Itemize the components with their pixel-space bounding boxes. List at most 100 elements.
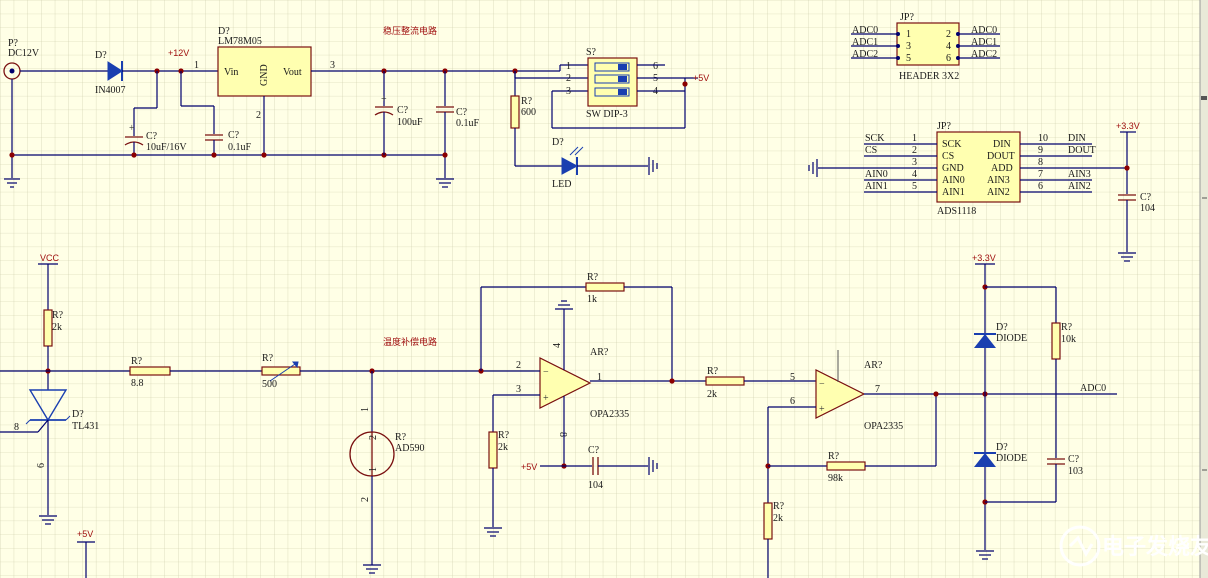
ads-pin-add: ADD <box>991 163 1013 174</box>
r600-value: 600 <box>521 107 536 118</box>
net-5v-bottom: +5V <box>77 529 93 539</box>
op1-pin2: 2 <box>516 360 521 371</box>
r-2k-op1[interactable] <box>488 431 498 469</box>
dip-value: SW DIP-3 <box>586 109 628 120</box>
r-2k-op2[interactable] <box>763 502 773 540</box>
ads-pin-sck: SCK <box>942 139 962 150</box>
header-right-net-2: ADC1 <box>971 37 997 48</box>
op1-ref: AR? <box>590 347 609 358</box>
ads-num-4: 4 <box>912 169 917 180</box>
scroll-strip[interactable] <box>1200 0 1208 578</box>
header-pin-1: 1 <box>906 29 911 40</box>
svg-text:−: − <box>819 379 825 390</box>
op1-pin3: 3 <box>516 384 521 395</box>
ads-num-6: 6 <box>1038 181 1043 192</box>
tl431-pin8: 8 <box>14 422 19 433</box>
header-pin-2: 2 <box>946 29 951 40</box>
ads-pin-ain3: AIN3 <box>987 175 1010 186</box>
ad590-pin1: 1 <box>368 467 379 472</box>
net-3v3-ads: +3.3V <box>1116 121 1140 131</box>
d2-value: DIODE <box>996 453 1027 464</box>
r7-ref: R? <box>773 501 785 512</box>
ads-ref: JP? <box>937 121 951 132</box>
svg-text:+: + <box>543 393 549 404</box>
header-right-net-1: ADC0 <box>971 25 997 36</box>
ads-pin-ain2: AIN2 <box>987 187 1010 198</box>
schematic-sheet: 稳压整流电路 温度补偿电路 P? DC12V D? IN4007 +12V + … <box>0 0 1208 578</box>
ads-net-sck: SCK <box>865 133 885 144</box>
ad590-value: AD590 <box>395 443 424 454</box>
c1-ref: C? <box>146 131 158 142</box>
r600-ref: R? <box>521 96 533 107</box>
ads-net-cs: CS <box>865 145 877 156</box>
tl431-ref: D? <box>72 409 84 420</box>
temp-section-title: 温度补偿电路 <box>383 336 437 347</box>
r1-ref: R? <box>52 310 64 321</box>
c1-value: 10uF/16V <box>146 142 187 153</box>
ad590-pin2b: 2 <box>360 497 371 502</box>
ads-net-ain0: AIN0 <box>865 169 888 180</box>
c4-ref: C? <box>456 107 468 118</box>
regulator-vout: Vout <box>283 67 302 78</box>
c2-clamp-ref: C? <box>1068 454 1080 465</box>
dip-pin-6: 6 <box>653 61 658 72</box>
r-1k-feedback[interactable] <box>585 282 625 292</box>
d2-ref: D? <box>996 442 1008 453</box>
op2-pin5: 5 <box>790 372 795 383</box>
r-8-8[interactable] <box>129 366 171 376</box>
header-ref: JP? <box>900 12 914 23</box>
ads-net-dout: DOUT <box>1068 145 1096 156</box>
regulator-vin: Vin <box>224 67 238 78</box>
c4-value: 0.1uF <box>456 118 480 129</box>
op1-pin4: 4 <box>552 343 563 348</box>
r-98k[interactable] <box>826 461 866 471</box>
ads-num-5: 5 <box>912 181 917 192</box>
ads-pin-ain1: AIN1 <box>942 187 965 198</box>
r6-ref: R? <box>828 451 840 462</box>
net-adc0: ADC0 <box>1080 383 1106 394</box>
ads-net-ain1: AIN1 <box>865 181 888 192</box>
ads-num-7: 7 <box>1038 169 1043 180</box>
led-value: LED <box>552 179 571 190</box>
svg-text:+: + <box>381 94 387 105</box>
rg-value: 2k <box>498 442 508 453</box>
r-600[interactable] <box>510 95 520 129</box>
r7-value: 2k <box>773 513 783 524</box>
ads-net-din: DIN <box>1068 133 1086 144</box>
header-pin-6: 6 <box>946 53 951 64</box>
ad590-ref: R? <box>395 432 407 443</box>
rf-ref: R? <box>587 272 599 283</box>
d1-value: DIODE <box>996 333 1027 344</box>
header-pin-5: 5 <box>906 53 911 64</box>
rectifier-diode-ref: D? <box>95 50 107 61</box>
ads-num-1: 1 <box>912 133 917 144</box>
ad590-pin2: 2 <box>368 435 379 440</box>
header-pin-3: 3 <box>906 41 911 52</box>
ads-pin-cs: CS <box>942 151 954 162</box>
r1-value: 2k <box>52 322 62 333</box>
op2-ref: AR? <box>864 360 883 371</box>
ads-pin-dout: DOUT <box>987 151 1015 162</box>
r3-ref: R? <box>262 353 274 364</box>
r6-value: 98k <box>828 473 843 484</box>
regulator-pin1: 1 <box>194 60 199 71</box>
r-vcc-2k[interactable] <box>43 309 53 347</box>
rectifier-diode-value: IN4007 <box>95 85 126 96</box>
header-right-net-3: ADC2 <box>971 49 997 60</box>
dc-jack-value: DC12V <box>8 48 40 59</box>
r8-ref: R? <box>1061 322 1073 333</box>
net-12v: +12V <box>168 48 189 58</box>
r8-value: 10k <box>1061 334 1076 345</box>
ads-pin-gnd: GND <box>942 163 964 174</box>
r2-ref: R? <box>131 356 143 367</box>
r-10k[interactable] <box>1051 322 1061 360</box>
ads-pin-ain0: AIN0 <box>942 175 965 186</box>
dip-pin-2: 2 <box>566 73 571 84</box>
ads-num-8: 8 <box>1038 157 1043 168</box>
ads-net-ain2: AIN2 <box>1068 181 1091 192</box>
ads-cap-value: 104 <box>1140 203 1155 214</box>
ads-pin-din: DIN <box>993 139 1011 150</box>
r-2k-between[interactable] <box>705 376 745 386</box>
ads-num-10: 10 <box>1038 133 1048 144</box>
op2-pin7: 7 <box>875 384 880 395</box>
